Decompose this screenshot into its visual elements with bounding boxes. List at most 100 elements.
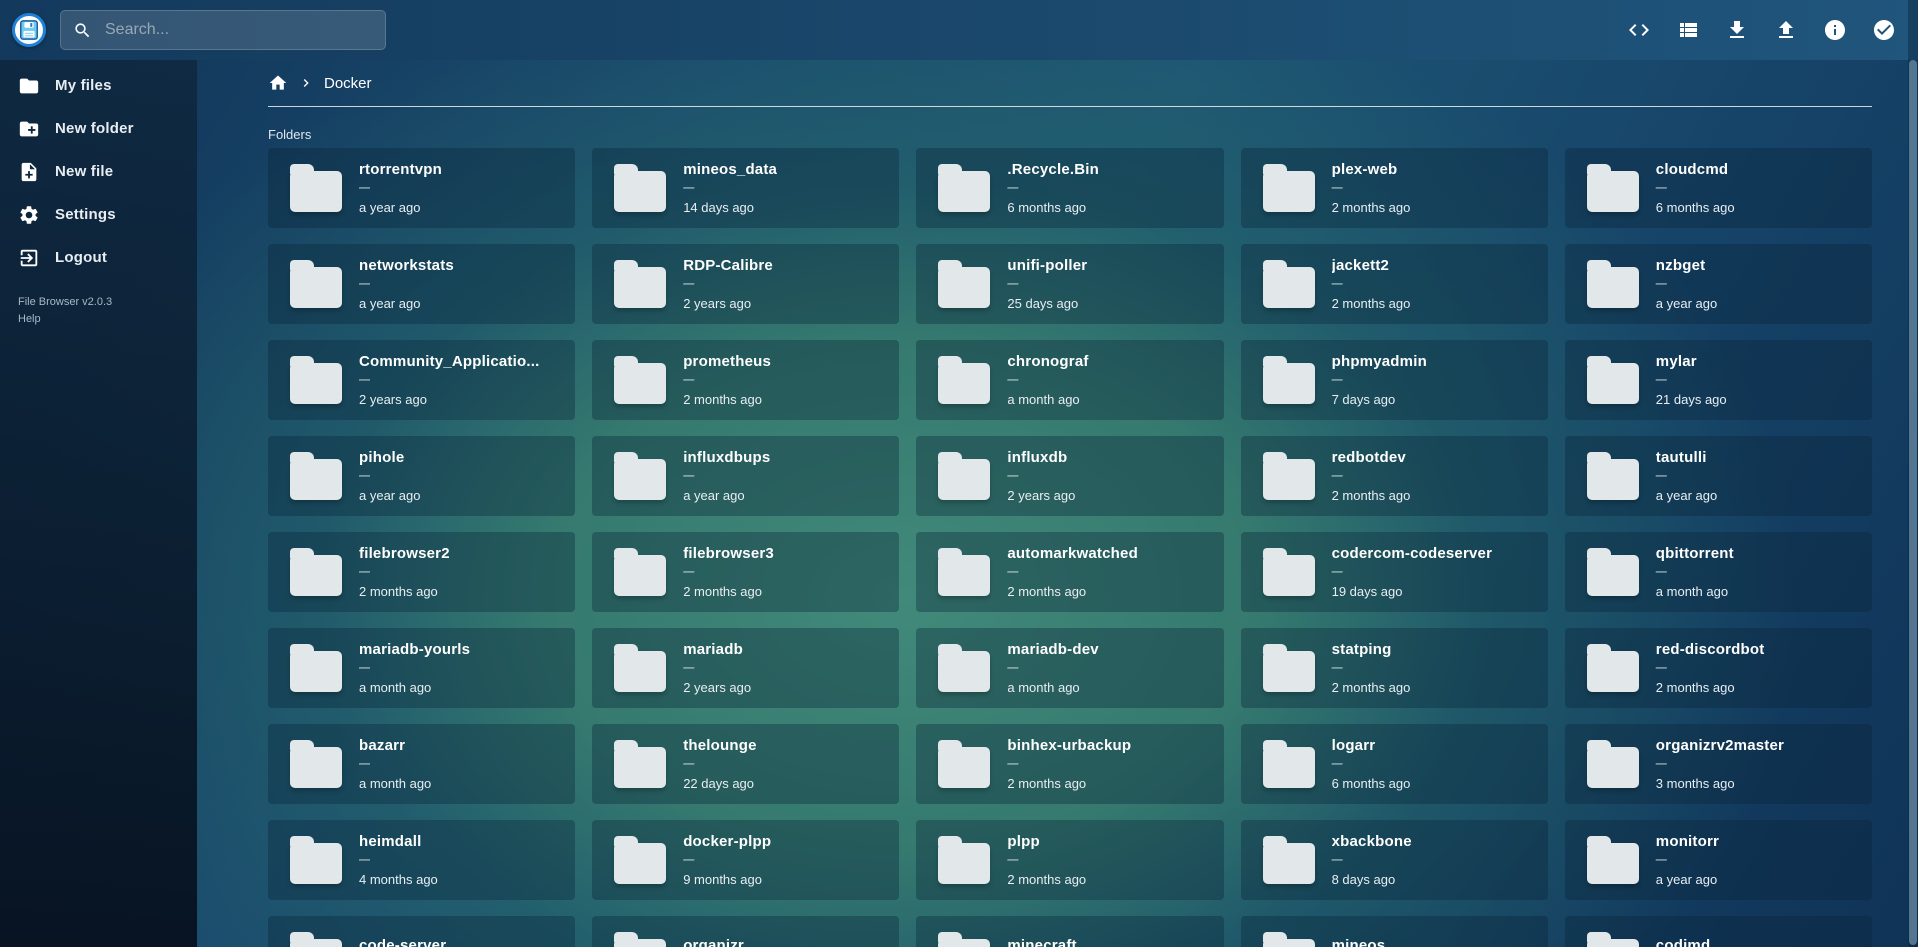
folder-card[interactable]: minecraft— <box>916 916 1223 947</box>
folder-card[interactable]: phpmyadmin—7 days ago <box>1241 340 1548 420</box>
folder-card[interactable]: codercom-codeserver—19 days ago <box>1241 532 1548 612</box>
sidebar-item-new-folder[interactable]: New folder <box>0 107 197 150</box>
breadcrumb-divider <box>268 106 1872 107</box>
folder-card[interactable]: statping—2 months ago <box>1241 628 1548 708</box>
folder-glyph-icon <box>1587 171 1639 212</box>
switch-view-button[interactable] <box>1674 16 1702 44</box>
sidebar-item-label: Logout <box>55 249 107 266</box>
folder-card[interactable]: influxdb—2 years ago <box>916 436 1223 516</box>
folder-card[interactable]: logarr—6 months ago <box>1241 724 1548 804</box>
select-multiple-button[interactable] <box>1870 16 1898 44</box>
folder-grid: rtorrentvpn—a year agomineos_data—14 day… <box>268 148 1872 947</box>
folder-card[interactable]: mariadb-yourls—a month ago <box>268 628 575 708</box>
folder-card[interactable]: red-discordbot—2 months ago <box>1565 628 1872 708</box>
folder-info: cloudcmd—6 months ago <box>1656 161 1735 215</box>
folder-card[interactable]: docker-plpp—9 months ago <box>592 820 899 900</box>
folder-icon <box>18 75 40 97</box>
folder-size: — <box>683 279 773 290</box>
folder-glyph-icon <box>1587 459 1639 500</box>
new-folder-icon <box>18 118 40 140</box>
folder-card[interactable]: mylar—21 days ago <box>1565 340 1872 420</box>
folder-card[interactable]: organizrv2master—3 months ago <box>1565 724 1872 804</box>
folder-info: bazarr—a month ago <box>359 737 431 791</box>
folder-card[interactable]: plpp—2 months ago <box>916 820 1223 900</box>
folder-name: thelounge <box>683 737 756 754</box>
scrollbar-thumb[interactable] <box>1909 60 1917 945</box>
folder-card[interactable]: codimd— <box>1565 916 1872 947</box>
folder-name: organizrv2master <box>1656 737 1784 754</box>
app-version-link[interactable]: File Browser v2.0.3 <box>18 294 197 311</box>
folder-modified: 2 months ago <box>1332 296 1411 311</box>
folder-card[interactable]: pihole—a year ago <box>268 436 575 516</box>
breadcrumb-home-button[interactable] <box>268 73 288 93</box>
folder-card[interactable]: mariadb—2 years ago <box>592 628 899 708</box>
download-button[interactable] <box>1723 16 1751 44</box>
folder-modified: 2 months ago <box>1332 200 1411 215</box>
breadcrumb: Docker <box>197 60 1918 106</box>
shell-button[interactable] <box>1625 16 1653 44</box>
sidebar-item-settings[interactable]: Settings <box>0 193 197 236</box>
folder-modified: 6 months ago <box>1656 200 1735 215</box>
folder-info: organizr— <box>683 937 744 947</box>
folder-glyph-icon <box>1263 939 1315 947</box>
folder-card[interactable]: thelounge—22 days ago <box>592 724 899 804</box>
folder-card[interactable]: RDP-Calibre—2 years ago <box>592 244 899 324</box>
folder-card[interactable]: prometheus—2 months ago <box>592 340 899 420</box>
folder-card[interactable]: monitorr—a year ago <box>1565 820 1872 900</box>
breadcrumb-current-folder[interactable]: Docker <box>324 75 372 92</box>
folder-card[interactable]: cloudcmd—6 months ago <box>1565 148 1872 228</box>
folder-info: nzbget—a year ago <box>1656 257 1717 311</box>
upload-button[interactable] <box>1772 16 1800 44</box>
folder-card[interactable]: networkstats—a year ago <box>268 244 575 324</box>
folder-card[interactable]: influxdbups—a year ago <box>592 436 899 516</box>
folder-info: influxdb—2 years ago <box>1007 449 1075 503</box>
folder-size: — <box>359 663 470 674</box>
folder-name: chronograf <box>1007 353 1088 370</box>
scrollbar-track <box>1908 0 1918 947</box>
folder-glyph-icon <box>938 363 990 404</box>
folder-card[interactable]: binhex-urbackup—2 months ago <box>916 724 1223 804</box>
folder-card[interactable]: unifi-poller—25 days ago <box>916 244 1223 324</box>
folder-size: — <box>1007 759 1131 770</box>
folder-card[interactable]: tautulli—a year ago <box>1565 436 1872 516</box>
folder-glyph-icon <box>290 171 342 212</box>
folder-glyph-icon <box>290 843 342 884</box>
search-input[interactable] <box>103 20 373 40</box>
folder-card[interactable]: filebrowser3—2 months ago <box>592 532 899 612</box>
folder-card[interactable]: qbittorrent—a month ago <box>1565 532 1872 612</box>
folder-card[interactable]: .Recycle.Bin—6 months ago <box>916 148 1223 228</box>
folder-card[interactable]: chronograf—a month ago <box>916 340 1223 420</box>
folder-name: binhex-urbackup <box>1007 737 1131 754</box>
sidebar-item-new-file[interactable]: New file <box>0 150 197 193</box>
folder-card[interactable]: plex-web—2 months ago <box>1241 148 1548 228</box>
folder-glyph-icon <box>614 939 666 947</box>
folder-card[interactable]: code-server— <box>268 916 575 947</box>
sidebar-item-logout[interactable]: Logout <box>0 236 197 279</box>
app-logo[interactable] <box>12 13 46 47</box>
folder-card[interactable]: organizr— <box>592 916 899 947</box>
folder-card[interactable]: filebrowser2—2 months ago <box>268 532 575 612</box>
folder-glyph-icon <box>614 459 666 500</box>
folder-card[interactable]: heimdall—4 months ago <box>268 820 575 900</box>
main-content: Docker Folders rtorrentvpn—a year agomin… <box>197 60 1918 947</box>
folder-card[interactable]: bazarr—a month ago <box>268 724 575 804</box>
folder-card[interactable]: automarkwatched—2 months ago <box>916 532 1223 612</box>
folder-size: — <box>683 855 771 866</box>
folder-card[interactable]: nzbget—a year ago <box>1565 244 1872 324</box>
folder-card[interactable]: xbackbone—8 days ago <box>1241 820 1548 900</box>
folder-card[interactable]: mineos_data—14 days ago <box>592 148 899 228</box>
folder-card[interactable]: Community_Applicatio...—2 years ago <box>268 340 575 420</box>
folder-glyph-icon <box>938 555 990 596</box>
folder-card[interactable]: mariadb-dev—a month ago <box>916 628 1223 708</box>
folder-card[interactable]: rtorrentvpn—a year ago <box>268 148 575 228</box>
help-link[interactable]: Help <box>18 311 197 328</box>
sidebar-item-my-files[interactable]: My files <box>0 64 197 107</box>
folder-card[interactable]: redbotdev—2 months ago <box>1241 436 1548 516</box>
folder-size: — <box>1007 279 1087 290</box>
folder-card[interactable]: jackett2—2 months ago <box>1241 244 1548 324</box>
search-icon <box>73 21 92 40</box>
folder-info: minecraft— <box>1007 937 1076 947</box>
folder-card[interactable]: mineos— <box>1241 916 1548 947</box>
sidebar-nav: My filesNew folderNew fileSettings Logout <box>0 64 197 279</box>
info-button[interactable] <box>1821 16 1849 44</box>
